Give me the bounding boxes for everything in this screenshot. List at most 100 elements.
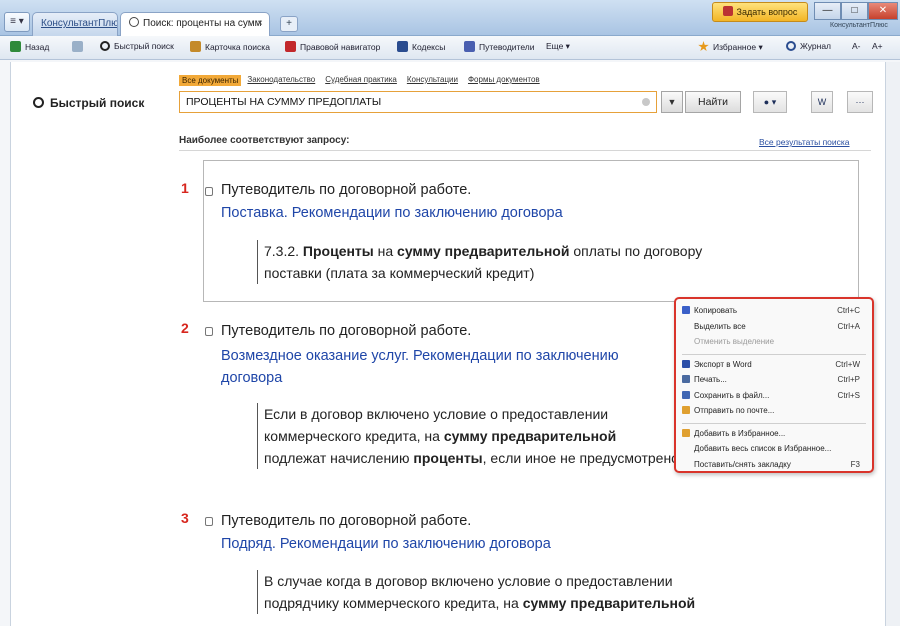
blank-icon [682,444,690,452]
snippet-text: поставки (плата за коммерческий кредит) [264,265,535,281]
search-input[interactable] [186,93,626,111]
codes-label: Кодексы [412,42,446,52]
more-actions-button[interactable]: ··· [847,91,873,113]
minimize-button[interactable]: — [814,2,841,20]
font-increase-button[interactable]: A+ [872,41,883,51]
menu-item-label: Экспорт в Word [694,359,752,369]
result-number: 3 [181,510,189,526]
mail-icon [682,406,690,414]
menu-item-shortcut: Ctrl+W [835,359,860,369]
filter-legislation[interactable]: Законодательство [247,75,315,86]
tab-search[interactable]: Поиск: проценты на сумм [120,12,270,36]
snippet-text: коммерческого кредита, на [264,428,444,444]
search-icon [100,41,110,51]
snippet-line: коммерческого кредита, на сумму предвари… [264,425,677,447]
result-number: 1 [181,180,189,196]
legal-navigator-button[interactable]: Правовой навигатор [285,41,380,52]
filter-all-documents[interactable]: Все документы [179,75,242,86]
menu-item-shortcut: Ctrl+S [837,390,860,400]
quick-search-heading: Быстрый поиск [33,96,144,110]
tab-close-icon[interactable]: × [257,18,263,29]
guides-button[interactable]: Путеводители [464,41,535,52]
search-filters: Все документы Законодательство Судебная … [179,75,550,86]
result-snippet: Если в договор включено условие о предос… [257,403,677,469]
menu-item[interactable]: Сохранить в файл... Ctrl+S [682,389,866,403]
filter-document-forms[interactable]: Формы документов [468,75,540,86]
result-number: 2 [181,320,189,336]
snippet-line: подрядчику коммерческого кредита, на сум… [264,592,817,614]
highlighted-term: сумму предварительной [522,595,696,611]
snippet-line: Если в договор включено условие о предос… [264,403,677,425]
blank-icon [682,337,690,345]
back-button[interactable]: Назад [10,41,49,52]
codes-button[interactable]: Кодексы [397,41,445,52]
forward-button[interactable] [72,41,87,52]
result-title: Путеводитель по договорной работе. [221,513,472,529]
app-menu-button[interactable]: ≡ ▾ [4,12,30,32]
menu-item-label: Копировать [694,306,738,315]
document-icon [205,187,213,196]
menu-item[interactable]: Копировать Ctrl+C [682,304,866,318]
highlighted-term: Проценты [302,243,374,259]
result-link[interactable]: Возмездное оказание услуг. Рекомендации … [221,345,619,389]
guides-icon [464,41,475,52]
menu-item-label: Выделить все [694,321,746,331]
print-icon [682,375,690,383]
menu-item-label: Добавить весь список в Избранное... [694,444,832,453]
star-icon [698,41,709,52]
guides-label: Путеводители [479,42,535,52]
document-icon [205,327,213,336]
context-menu: Копировать Ctrl+C Выделить все Ctrl+A Отмени… [674,297,874,473]
search-history-dropdown[interactable]: ▼ [661,91,683,113]
menu-item[interactable]: Добавить весь список в Избранное... [682,442,866,456]
favorites-button[interactable]: Избранное ▾ [698,41,763,53]
export-word-button[interactable]: W [811,91,833,113]
result-title: Путеводитель по договорной работе. [221,182,472,198]
result-link-line: договора [221,370,283,386]
clear-search-icon[interactable] [642,98,650,106]
all-results-link[interactable]: Все результаты поиска [759,137,850,147]
menu-item[interactable]: Выделить все Ctrl+A [682,320,866,334]
snippet-text: на [373,243,398,259]
tab-home[interactable]: КонсультантПлюс [32,12,118,36]
filter-consultations[interactable]: Консультации [407,75,458,86]
menu-item-label: Поставить/снять закладку [694,459,791,469]
vertical-scrollbar[interactable] [886,62,900,626]
quick-search-button[interactable]: Быстрый поиск [100,41,174,51]
history-button[interactable]: Журнал [786,41,831,51]
menu-item-label: Сохранить в файл... [694,390,770,400]
result-link[interactable]: Подряд. Рекомендации по заключению догов… [221,533,551,555]
maximize-button[interactable]: □ [841,2,868,20]
view-mode-button[interactable]: ● ▾ [753,91,787,113]
find-button[interactable]: Найти [685,91,741,113]
filter-court-practice[interactable]: Судебная практика [325,75,397,86]
result-link-line: Поставка. Рекомендации по заключению дог… [221,205,563,221]
blank-icon [682,322,690,330]
snippet-text: 7.3.2. [264,243,303,259]
menu-item[interactable]: Отправить по почте... [682,404,866,418]
more-menu-button[interactable]: Еще ▾ [546,41,570,52]
question-icon [722,6,733,16]
snippet-text: подлежат начислению [264,450,414,466]
menu-item[interactable]: Добавить в Избранное... [682,427,866,441]
ask-question-button[interactable]: Задать вопрос [712,2,808,22]
menu-item[interactable]: Экспорт в Word Ctrl+W [682,358,866,372]
menu-item[interactable]: Печать... Ctrl+P [682,373,866,387]
brand-logo: КонсультантПлюс [830,22,888,29]
close-button[interactable]: ✕ [868,2,898,20]
menu-item[interactable]: Поставить/снять закладку F3 [682,458,866,472]
navigator-icon [285,41,296,52]
result-link-line: Возмездное оказание услуг. Рекомендации … [221,348,619,364]
word-icon [682,359,690,368]
snippet-text: оплаты по договору [569,243,703,259]
new-tab-button[interactable]: + [280,16,298,32]
font-decrease-button[interactable]: A- [852,41,861,51]
snippet-line: 7.3.2. Проценты на сумму предварительной… [264,240,817,262]
search-icon [33,97,44,108]
search-card-button[interactable]: Карточка поиска [190,41,270,52]
snippet-text: В случае когда в договор включено услови… [264,573,673,589]
title-bar: ≡ ▾ КонсультантПлюс Поиск: проценты на с… [0,0,900,36]
result-link[interactable]: Поставка. Рекомендации по заключению дог… [221,202,563,224]
snippet-text: подрядчику коммерческого кредита, на [264,595,523,611]
menu-separator [682,353,866,355]
